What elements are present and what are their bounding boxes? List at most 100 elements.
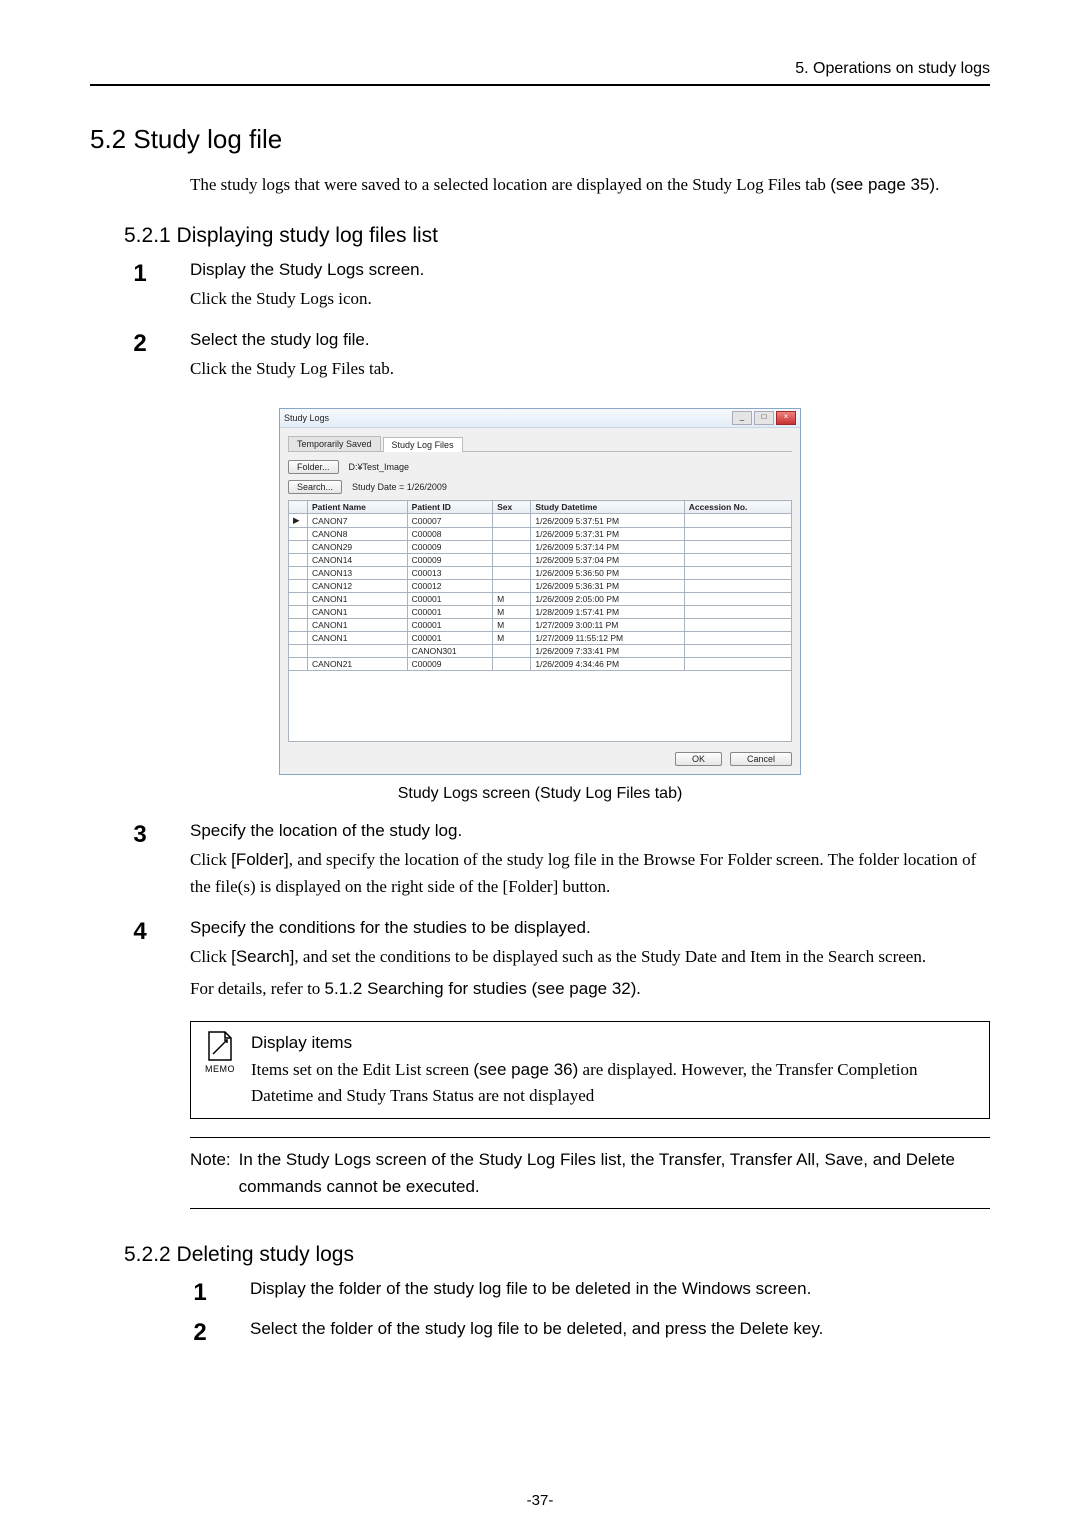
minimize-button[interactable]: _ [732, 411, 752, 425]
row-selector[interactable] [289, 580, 308, 593]
table-row[interactable]: ▶CANON7C000071/26/2009 5:37:51 PM [289, 514, 792, 528]
cell-name: CANON1 [308, 632, 408, 645]
screenshot-caption: Study Logs screen (Study Log Files tab) [90, 785, 990, 803]
step-2: 2 Select the study log file. Click the S… [90, 330, 990, 396]
col-sex[interactable]: Sex [493, 501, 531, 514]
study-logs-table: Patient Name Patient ID Sex Study Dateti… [288, 500, 792, 671]
row-selector[interactable] [289, 606, 308, 619]
intro-text-3: . [935, 175, 939, 194]
col-study-datetime[interactable]: Study Datetime [531, 501, 684, 514]
cell-sex: M [493, 632, 531, 645]
table-row[interactable]: CANON8C00008 1/26/2009 5:37:31 PM [289, 528, 792, 541]
cell-dt: 1/26/2009 5:36:31 PM [531, 580, 684, 593]
cell-acc [684, 593, 791, 606]
cell-sex [493, 528, 531, 541]
step-1: 1 Display the Study Logs screen. Click t… [90, 260, 990, 326]
section-5-2-heading: 5.2 Study log file [90, 124, 990, 155]
table-row[interactable]: CANON13C000131/26/2009 5:36:50 PM [289, 567, 792, 580]
cell-acc [684, 619, 791, 632]
memo-text-a: Items set on the Edit List screen [251, 1060, 473, 1079]
cell-acc [684, 541, 791, 554]
maximize-button[interactable]: □ [754, 411, 774, 425]
cell-acc [684, 658, 791, 671]
step-3-desc-b: [Folder] [231, 850, 289, 869]
step-4-desc1-b: [Search] [231, 947, 294, 966]
cell-dt: 1/26/2009 5:37:31 PM [531, 528, 684, 541]
col-patient-name[interactable]: Patient Name [308, 501, 408, 514]
cancel-button[interactable]: Cancel [730, 752, 792, 766]
step-4-desc1-c: , and set the conditions to be displayed… [294, 947, 926, 966]
table-row[interactable]: CANON21C000091/26/2009 4:34:46 PM [289, 658, 792, 671]
tab-strip: Temporarily Saved Study Log Files [288, 436, 792, 452]
cell-name: CANON14 [308, 554, 408, 567]
cell-sex [493, 554, 531, 567]
page-number: -37- [0, 1492, 1080, 1509]
section-5-2-1-heading: 5.2.1 Displaying study log files list [124, 224, 990, 248]
cell-id: C00008 [407, 528, 492, 541]
cell-name: CANON13 [308, 567, 408, 580]
cell-sex [493, 580, 531, 593]
cell-id: C00009 [407, 658, 492, 671]
table-row[interactable]: CANON14C000091/26/2009 5:37:04 PM [289, 554, 792, 567]
cell-id: C00001 [407, 632, 492, 645]
cell-acc [684, 606, 791, 619]
close-button[interactable]: × [776, 411, 796, 425]
row-selector[interactable] [289, 593, 308, 606]
step-3-title: Specify the location of the study log. [190, 821, 990, 841]
table-row[interactable]: CANON1C00001M1/27/2009 3:00:11 PM [289, 619, 792, 632]
table-row[interactable]: CANON1C00001M1/26/2009 2:05:00 PM [289, 593, 792, 606]
step-3-desc-a: Click [190, 850, 231, 869]
cell-dt: 1/26/2009 5:37:04 PM [531, 554, 684, 567]
row-selector[interactable] [289, 619, 308, 632]
folder-button[interactable]: Folder... [288, 460, 339, 474]
row-selector[interactable] [289, 658, 308, 671]
step-2-desc: Click the Study Log Files tab. [190, 356, 990, 382]
row-selector[interactable] [289, 528, 308, 541]
table-row[interactable]: CANON3011/26/2009 7:33:41 PM [289, 645, 792, 658]
cell-dt: 1/27/2009 11:55:12 PM [531, 632, 684, 645]
step-4-desc-2: For details, refer to 5.1.2 Searching fo… [190, 976, 990, 1002]
row-selector[interactable]: ▶ [289, 514, 308, 528]
search-button[interactable]: Search... [288, 480, 342, 494]
step-4: 4 Specify the conditions for the studies… [90, 918, 990, 1017]
cell-acc [684, 645, 791, 658]
cell-name: CANON8 [308, 528, 408, 541]
memo-box: MEMO Display items Items set on the Edit… [190, 1021, 990, 1120]
cell-name [308, 645, 408, 658]
cell-name: CANON12 [308, 580, 408, 593]
note-label: Note: [190, 1146, 231, 1200]
cell-name: CANON1 [308, 606, 408, 619]
memo-text-b: (see page 36) [473, 1060, 578, 1079]
cell-dt: 1/26/2009 7:33:41 PM [531, 645, 684, 658]
cell-sex [493, 658, 531, 671]
step-2-title: Select the study log file. [190, 330, 990, 350]
row-selector[interactable] [289, 541, 308, 554]
cell-acc [684, 528, 791, 541]
table-row[interactable]: CANON29C000091/26/2009 5:37:14 PM [289, 541, 792, 554]
cell-dt: 1/26/2009 4:34:46 PM [531, 658, 684, 671]
cell-dt: 1/27/2009 3:00:11 PM [531, 619, 684, 632]
step-4-title: Specify the conditions for the studies t… [190, 918, 990, 938]
cell-id: C00007 [407, 514, 492, 528]
row-selector-header [289, 501, 308, 514]
row-selector[interactable] [289, 645, 308, 658]
cell-sex [493, 514, 531, 528]
table-row[interactable]: CANON12C000121/26/2009 5:36:31 PM [289, 580, 792, 593]
tab-study-log-files[interactable]: Study Log Files [383, 437, 463, 452]
cell-acc [684, 567, 791, 580]
col-patient-id[interactable]: Patient ID [407, 501, 492, 514]
row-selector[interactable] [289, 554, 308, 567]
table-row[interactable]: CANON1C00001M1/27/2009 11:55:12 PM [289, 632, 792, 645]
study-logs-window: Study Logs _ □ × Temporarily Saved Study… [279, 408, 801, 775]
step-3-desc: Click [Folder], and specify the location… [190, 847, 990, 900]
step-522-2-title: Select the folder of the study log file … [250, 1319, 990, 1339]
tab-temporarily-saved[interactable]: Temporarily Saved [288, 436, 381, 451]
ok-button[interactable]: OK [675, 752, 722, 766]
col-accession-no[interactable]: Accession No. [684, 501, 791, 514]
memo-icon: MEMO [199, 1030, 241, 1074]
table-row[interactable]: CANON1C00001M1/28/2009 1:57:41 PM [289, 606, 792, 619]
step-522-2-number: 2 [150, 1319, 250, 1347]
cell-dt: 1/26/2009 5:37:14 PM [531, 541, 684, 554]
row-selector[interactable] [289, 567, 308, 580]
row-selector[interactable] [289, 632, 308, 645]
